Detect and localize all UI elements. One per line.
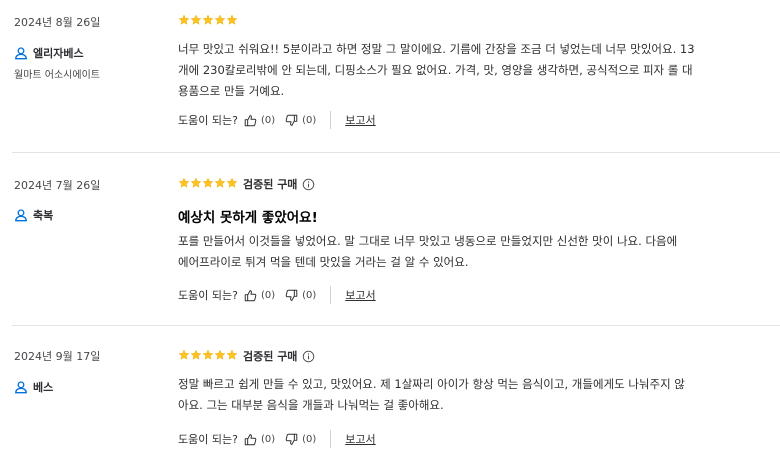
helpful-up-button[interactable]: (0) xyxy=(244,433,275,446)
helpful-label: 도움이 되는? xyxy=(178,289,238,302)
report-link[interactable]: 보고서 xyxy=(345,112,375,128)
review-body: 포를 만들어서 이것들을 넣었어요. 말 그대로 너무 맛있고 냉동으로 만들었… xyxy=(178,231,768,273)
reviewer-name: 축복 xyxy=(33,209,54,222)
star-icon xyxy=(178,14,190,26)
star-icon xyxy=(202,14,214,26)
helpful-down-button[interactable]: (0) xyxy=(285,433,316,446)
thumbs-up-icon xyxy=(244,114,257,127)
info-icon[interactable] xyxy=(302,350,315,363)
down-count: (0) xyxy=(302,289,317,301)
down-count: (0) xyxy=(302,433,317,445)
up-count: (0) xyxy=(260,433,276,445)
report-link[interactable]: 보고서 xyxy=(345,287,375,303)
verified-label: 검증된 구매 xyxy=(243,350,298,363)
divider xyxy=(330,111,332,129)
star-icon xyxy=(214,177,226,189)
star-rating xyxy=(178,349,238,361)
verified-purchase: 검증된 구매 xyxy=(243,348,315,364)
thumbs-down-icon xyxy=(285,433,298,446)
helpful-row: 도움이 되는? (0) (0) 보고서 xyxy=(178,111,376,129)
helpful-down-button[interactable]: (0) xyxy=(285,114,316,127)
up-count: (0) xyxy=(260,114,276,126)
star-icon xyxy=(190,14,202,26)
info-icon[interactable] xyxy=(302,178,315,191)
review-date: 2024년 8월 26일 xyxy=(14,16,101,29)
review-body-line: 용품으로 만들 거예요. xyxy=(178,84,285,98)
review-date: 2024년 7월 26일 xyxy=(14,179,101,192)
star-icon xyxy=(226,14,238,26)
user-icon xyxy=(14,208,28,222)
review-body-line: 아요. 그는 대부분 음식을 개들과 나눠먹는 걸 좋아해요. xyxy=(178,398,444,412)
divider xyxy=(330,286,332,304)
report-link[interactable]: 보고서 xyxy=(345,431,375,447)
review-body: 정말 빠르고 쉽게 만들 수 있고, 맛있어요. 제 1살짜리 아이가 항상 먹… xyxy=(178,374,768,416)
review-body: 너무 맛있고 쉬워요!! 5분이라고 하면 정말 그 말이에요. 기름에 간장을… xyxy=(178,39,768,102)
reviewer-name: 엘리자베스 xyxy=(33,47,84,60)
helpful-up-button[interactable]: (0) xyxy=(244,289,275,302)
review-card: 2024년 7월 26일 검증된 구매 축복 예상치 못하게 좋았어요! 포를 … xyxy=(0,153,780,325)
divider xyxy=(330,430,332,448)
verified-label: 검증된 구매 xyxy=(243,178,298,191)
star-icon xyxy=(226,349,238,361)
reviewer: 베스 xyxy=(14,379,53,395)
reviewer: 축복 xyxy=(14,207,53,223)
user-icon xyxy=(14,46,28,60)
helpful-up-button[interactable]: (0) xyxy=(244,114,275,127)
star-icon xyxy=(178,177,190,189)
star-icon xyxy=(202,349,214,361)
review-card: 2024년 8월 26일 엘리자베스 월마트 어소시에이트 너무 맛있고 쉬워요… xyxy=(0,0,780,152)
review-body-line: 너무 맛있고 쉬워요!! 5분이라고 하면 정말 그 말이에요. 기름에 간장을… xyxy=(178,42,695,56)
reviewer-name: 베스 xyxy=(33,381,54,394)
review-body-line: 정말 빠르고 쉽게 만들 수 있고, 맛있어요. 제 1살짜리 아이가 항상 먹… xyxy=(178,377,685,391)
associate-badge: 월마트 어소시에이트 xyxy=(14,70,100,81)
star-icon xyxy=(190,349,202,361)
star-rating xyxy=(178,177,238,189)
star-icon xyxy=(214,349,226,361)
star-rating xyxy=(178,14,238,26)
up-count: (0) xyxy=(260,289,276,301)
star-icon xyxy=(226,177,238,189)
down-count: (0) xyxy=(302,114,317,126)
user-icon xyxy=(14,380,28,394)
thumbs-down-icon xyxy=(285,289,298,302)
helpful-label: 도움이 되는? xyxy=(178,433,238,446)
review-body-line: 에어프라이로 튀겨 먹을 텐데 맛있을 거라는 걸 알 수 있어요. xyxy=(178,255,469,269)
helpful-down-button[interactable]: (0) xyxy=(285,289,316,302)
helpful-label: 도움이 되는? xyxy=(178,114,238,127)
thumbs-down-icon xyxy=(285,114,298,127)
review-date: 2024년 9월 17일 xyxy=(14,350,101,363)
reviewer: 엘리자베스 xyxy=(14,45,84,61)
review-body-line: 개에 230칼로리밖에 안 되는데, 디핑소스가 필요 없어요. 가격, 맛, … xyxy=(178,63,693,77)
star-icon xyxy=(214,14,226,26)
review-body-line: 포를 만들어서 이것들을 넣었어요. 말 그대로 너무 맛있고 냉동으로 만들었… xyxy=(178,234,678,248)
review-card: 2024년 9월 17일 검증된 구매 베스 정말 빠르고 쉽게 만들 수 있고… xyxy=(0,326,780,468)
thumbs-up-icon xyxy=(244,433,257,446)
star-icon xyxy=(190,177,202,189)
thumbs-up-icon xyxy=(244,289,257,302)
helpful-row: 도움이 되는? (0) (0) 보고서 xyxy=(178,286,376,304)
star-icon xyxy=(178,349,190,361)
star-icon xyxy=(202,177,214,189)
review-title: 예상치 못하게 좋았어요! xyxy=(178,210,318,226)
verified-purchase: 검증된 구매 xyxy=(243,176,315,192)
helpful-row: 도움이 되는? (0) (0) 보고서 xyxy=(178,430,376,448)
